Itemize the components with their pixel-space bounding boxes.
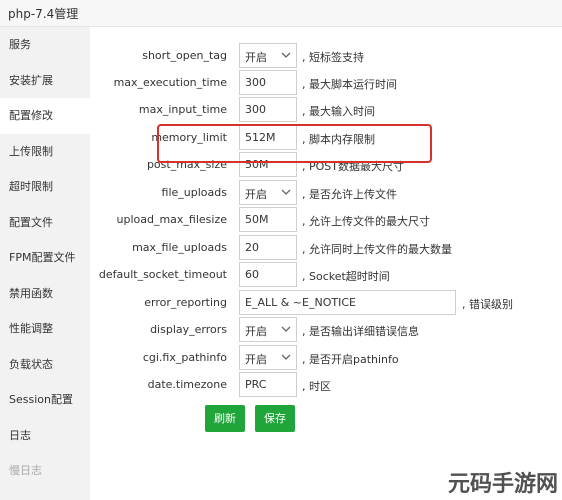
- setting-label: cgi.fix_pathinfo: [142, 351, 227, 364]
- window-title: php-7.4管理: [8, 7, 79, 21]
- setting-label: error_reporting: [144, 296, 227, 309]
- default-socket-timeout-input[interactable]: 60: [239, 262, 297, 287]
- watermark-text: 元码手游网: [448, 471, 558, 497]
- setting-label: display_errors: [150, 323, 227, 336]
- sidebar-item-fpm-config-file[interactable]: FPM配置文件: [0, 240, 90, 276]
- setting-row-error-reporting: error_reporting E_ALL & ~E_NOTICE , 错误级别: [90, 290, 562, 317]
- setting-label: file_uploads: [161, 186, 227, 199]
- sidebar: 服务 安装扩展 配置修改 上传限制 超时限制 配置文件 FPM配置文件 禁用函数…: [0, 27, 90, 500]
- max-input-time-input[interactable]: 300: [239, 97, 297, 122]
- setting-row-date-timezone: date.timezone PRC , 时区: [90, 372, 562, 399]
- setting-row-max-input-time: max_input_time 300 , 最大输入时间: [90, 97, 562, 124]
- select-value: 开启: [245, 51, 267, 64]
- sidebar-item-install-extension[interactable]: 安装扩展: [0, 63, 90, 99]
- setting-row-upload-max-filesize: upload_max_filesize 50M , 允许上传文件的最大尺寸: [90, 207, 562, 234]
- setting-description: , 错误级别: [462, 298, 513, 311]
- file-uploads-select[interactable]: 开启: [239, 180, 297, 205]
- sidebar-item-disabled-functions[interactable]: 禁用函数: [0, 276, 90, 312]
- setting-row-cgi-fix-pathinfo: cgi.fix_pathinfo 开启 , 是否开启pathinfo: [90, 345, 562, 372]
- chevron-down-icon: [281, 326, 291, 332]
- chevron-down-icon: [281, 189, 291, 195]
- setting-description: , 是否允许上传文件: [302, 188, 397, 201]
- setting-description: , 最大输入时间: [302, 105, 375, 118]
- max-file-uploads-input[interactable]: 20: [239, 235, 297, 260]
- setting-description: , 最大脚本运行时间: [302, 78, 397, 91]
- setting-label: max_input_time: [138, 103, 227, 116]
- upload-max-filesize-input[interactable]: 50M: [239, 207, 297, 232]
- sidebar-item-config-file[interactable]: 配置文件: [0, 205, 90, 241]
- date-timezone-input[interactable]: PRC: [239, 372, 297, 397]
- refresh-button[interactable]: 刷新: [205, 405, 245, 432]
- chevron-down-icon: [281, 52, 291, 58]
- setting-description: , 是否输出详细错误信息: [302, 325, 419, 338]
- title-bar: php-7.4管理: [0, 0, 562, 27]
- sidebar-item-timeout-limit[interactable]: 超时限制: [0, 169, 90, 205]
- setting-row-display-errors: display_errors 开启 , 是否输出详细错误信息: [90, 317, 562, 344]
- sidebar-item-load-status[interactable]: 负载状态: [0, 347, 90, 383]
- select-value: 开启: [245, 188, 267, 201]
- setting-description: , 允许同时上传文件的最大数量: [302, 243, 452, 256]
- sidebar-item-service[interactable]: 服务: [0, 27, 90, 63]
- short-open-tag-select[interactable]: 开启: [239, 43, 297, 68]
- save-button[interactable]: 保存: [255, 405, 295, 432]
- sidebar-item-log[interactable]: 日志: [0, 418, 90, 454]
- sidebar-item-slow-log[interactable]: 慢日志: [0, 453, 90, 489]
- select-value: 开启: [245, 353, 267, 366]
- setting-description: , 允许上传文件的最大尺寸: [302, 215, 430, 228]
- setting-label: upload_max_filesize: [116, 213, 227, 226]
- sidebar-item-performance[interactable]: 性能调整: [0, 311, 90, 347]
- setting-label: short_open_tag: [142, 49, 227, 62]
- setting-row-file-uploads: file_uploads 开启 , 是否允许上传文件: [90, 180, 562, 207]
- config-form: short_open_tag 开启 , 短标签支持 max_execution_…: [90, 27, 562, 500]
- setting-description: , 短标签支持: [302, 51, 364, 64]
- sidebar-item-config-edit[interactable]: 配置修改: [0, 98, 90, 134]
- setting-label: date.timezone: [147, 378, 227, 391]
- watermark-logo: 元码手游网: [448, 471, 558, 497]
- sidebar-item-session-config[interactable]: Session配置: [0, 382, 90, 418]
- max-execution-time-input[interactable]: 300: [239, 70, 297, 95]
- setting-row-short-open-tag: short_open_tag 开启 , 短标签支持: [90, 43, 562, 70]
- cgi-fix-pathinfo-select[interactable]: 开启: [239, 345, 297, 370]
- display-errors-select[interactable]: 开启: [239, 317, 297, 342]
- setting-label: max_file_uploads: [132, 241, 227, 254]
- sidebar-item-upload-limit[interactable]: 上传限制: [0, 134, 90, 170]
- setting-label: max_execution_time: [113, 76, 227, 89]
- setting-description: , 是否开启pathinfo: [302, 353, 399, 366]
- setting-row-max-execution-time: max_execution_time 300 , 最大脚本运行时间: [90, 70, 562, 97]
- setting-row-default-socket-timeout: default_socket_timeout 60 , Socket超时时间: [90, 262, 562, 289]
- setting-description: , 时区: [302, 380, 331, 393]
- setting-description: , Socket超时时间: [302, 270, 390, 283]
- setting-label: default_socket_timeout: [98, 268, 227, 281]
- select-value: 开启: [245, 325, 267, 338]
- setting-row-max-file-uploads: max_file_uploads 20 , 允许同时上传文件的最大数量: [90, 235, 562, 262]
- error-reporting-input[interactable]: E_ALL & ~E_NOTICE: [239, 290, 456, 315]
- chevron-down-icon: [281, 354, 291, 360]
- highlight-box: [157, 124, 432, 163]
